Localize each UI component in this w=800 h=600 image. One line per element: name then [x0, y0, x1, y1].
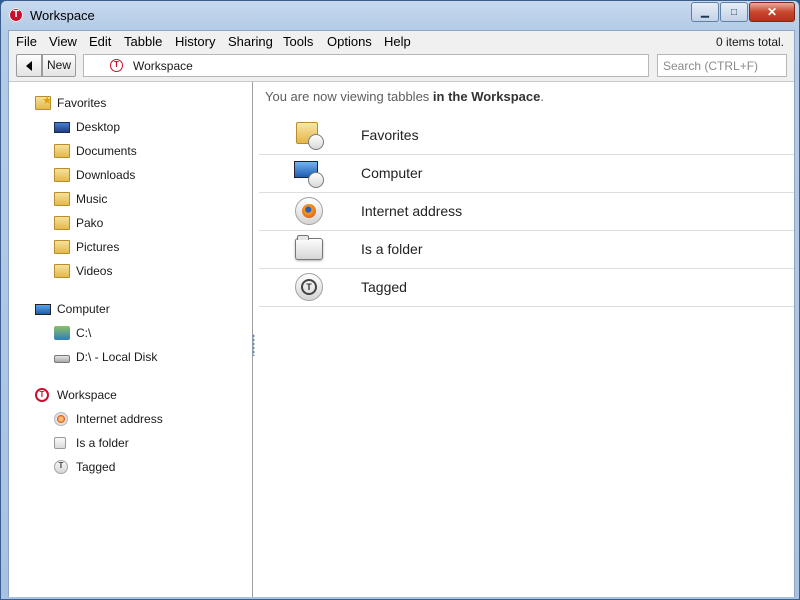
back-arrow-button[interactable]	[16, 54, 42, 77]
computer-icon	[35, 303, 51, 315]
items-total-count: 0 items total.	[715, 35, 784, 49]
window-title: Workspace	[30, 8, 95, 23]
favorites-folder-icon	[35, 94, 52, 110]
window-controls: ▁ □ ✕	[690, 2, 795, 22]
app-window: Workspace ▁ □ ✕ File View Edit Tabble Hi…	[0, 0, 800, 600]
sidebar-item-pako[interactable]: Pako	[54, 216, 103, 230]
workspace-icon	[110, 59, 123, 72]
close-button[interactable]: ✕	[749, 2, 795, 22]
menu-help[interactable]: Help	[384, 34, 411, 49]
menu-edit[interactable]: Edit	[89, 34, 111, 49]
minimize-button[interactable]: ▁	[691, 2, 719, 22]
menu-file[interactable]: File	[16, 34, 37, 49]
sidebar-item-tagged[interactable]: Tagged	[54, 460, 115, 474]
sidebar-item-d-drive[interactable]: D:\ - Local Disk	[54, 350, 157, 364]
music-folder-icon	[54, 192, 70, 206]
folder-icon	[294, 234, 324, 264]
sidebar-item-videos[interactable]: Videos	[54, 264, 112, 278]
menu-tabble[interactable]: Tabble	[124, 34, 162, 49]
address-text: Workspace	[133, 59, 193, 73]
system-drive-icon	[54, 326, 70, 340]
menu-bar: File View Edit Tabble History Sharing To…	[9, 31, 794, 53]
intro-bold: in the Workspace	[432, 89, 541, 104]
tabble-row-label: Internet address	[361, 203, 463, 219]
sidebar-item-downloads[interactable]: Downloads	[54, 168, 135, 182]
sidebar-item-label: Downloads	[76, 168, 136, 182]
sidebar-group-computer[interactable]: Computer	[35, 302, 110, 316]
sidebar-item-c-drive[interactable]: C:\	[54, 326, 91, 340]
sidebar-item-label: D:\ - Local Disk	[76, 350, 158, 364]
intro-prefix: You are now viewing tabbles	[265, 89, 430, 104]
pictures-folder-icon	[54, 240, 70, 254]
sidebar-item-is-a-folder[interactable]: Is a folder	[54, 436, 129, 450]
documents-folder-icon	[54, 144, 70, 158]
tabble-row-internet-address[interactable]: Internet address	[259, 192, 794, 231]
sidebar-item-label: C:\	[76, 326, 92, 340]
tabble-row-tagged[interactable]: T Tagged	[259, 268, 794, 307]
sidebar-group-label: Computer	[57, 302, 110, 316]
folder-icon	[54, 437, 66, 449]
firefox-icon	[294, 196, 324, 226]
tabble-row-label: Is a folder	[361, 241, 423, 257]
local-disk-icon	[54, 355, 70, 363]
sidebar-item-internet-address[interactable]: Internet address	[54, 412, 163, 426]
sidebar-item-desktop[interactable]: Desktop	[54, 120, 120, 134]
menu-view[interactable]: View	[49, 34, 77, 49]
computer-icon	[294, 158, 324, 188]
workspace-icon	[35, 388, 49, 402]
sidebar-group-workspace[interactable]: Workspace	[35, 388, 117, 402]
sidebar-item-pictures[interactable]: Pictures	[54, 240, 119, 254]
sidebar-group-label: Workspace	[57, 388, 117, 402]
sidebar-item-label: Is a folder	[76, 436, 129, 450]
search-input[interactable]	[657, 54, 787, 77]
sidebar-item-label: Desktop	[76, 120, 121, 134]
main-pane: You are now viewing tabbles in the Works…	[255, 82, 794, 597]
sidebar-group-label: Favorites	[57, 96, 107, 110]
desktop-icon	[54, 121, 70, 133]
toolbar: New Workspace	[9, 53, 794, 81]
tabble-row-label: Tagged	[361, 279, 407, 295]
tag-icon	[54, 460, 68, 474]
folder-star-icon	[294, 120, 324, 150]
menu-options[interactable]: Options	[327, 34, 372, 49]
address-bar[interactable]: Workspace	[83, 54, 649, 77]
sidebar: Favorites Desktop Documents Downloads Mu…	[9, 82, 253, 597]
menu-tools[interactable]: Tools	[283, 34, 313, 49]
client-area: File View Edit Tabble History Sharing To…	[8, 30, 795, 597]
menu-history[interactable]: History	[175, 34, 215, 49]
title-bar[interactable]: Workspace ▁ □ ✕	[1, 1, 799, 31]
sidebar-group-favorites[interactable]: Favorites	[35, 94, 107, 110]
sidebar-item-label: Internet address	[76, 412, 163, 426]
new-button[interactable]: New	[42, 54, 76, 77]
sidebar-item-label: Pictures	[76, 240, 120, 254]
tabble-row-label: Favorites	[361, 127, 419, 143]
sidebar-item-label: Pako	[76, 216, 104, 230]
sidebar-item-documents[interactable]: Documents	[54, 144, 137, 158]
sidebar-item-label: Tagged	[76, 460, 116, 474]
sidebar-item-label: Documents	[76, 144, 137, 158]
downloads-folder-icon	[54, 168, 70, 182]
workspace-intro-text: You are now viewing tabbles in the Works…	[265, 89, 544, 104]
firefox-icon	[54, 412, 68, 426]
tag-icon: T	[294, 272, 324, 302]
user-folder-icon	[54, 216, 70, 230]
sidebar-item-label: Videos	[76, 264, 113, 278]
menu-sharing[interactable]: Sharing	[228, 34, 273, 49]
content-area: Favorites Desktop Documents Downloads Mu…	[9, 81, 794, 597]
videos-folder-icon	[54, 264, 70, 278]
tabble-row-computer[interactable]: Computer	[259, 154, 794, 193]
intro-suffix: .	[540, 89, 544, 104]
tabble-row-favorites[interactable]: Favorites	[259, 116, 794, 155]
sidebar-item-label: Music	[76, 192, 108, 206]
maximize-button[interactable]: □	[720, 2, 748, 22]
tabbles-logo-icon[interactable]	[9, 8, 23, 22]
tabble-row-label: Computer	[361, 165, 423, 181]
sidebar-item-music[interactable]: Music	[54, 192, 107, 206]
tabble-row-is-a-folder[interactable]: Is a folder	[259, 230, 794, 269]
